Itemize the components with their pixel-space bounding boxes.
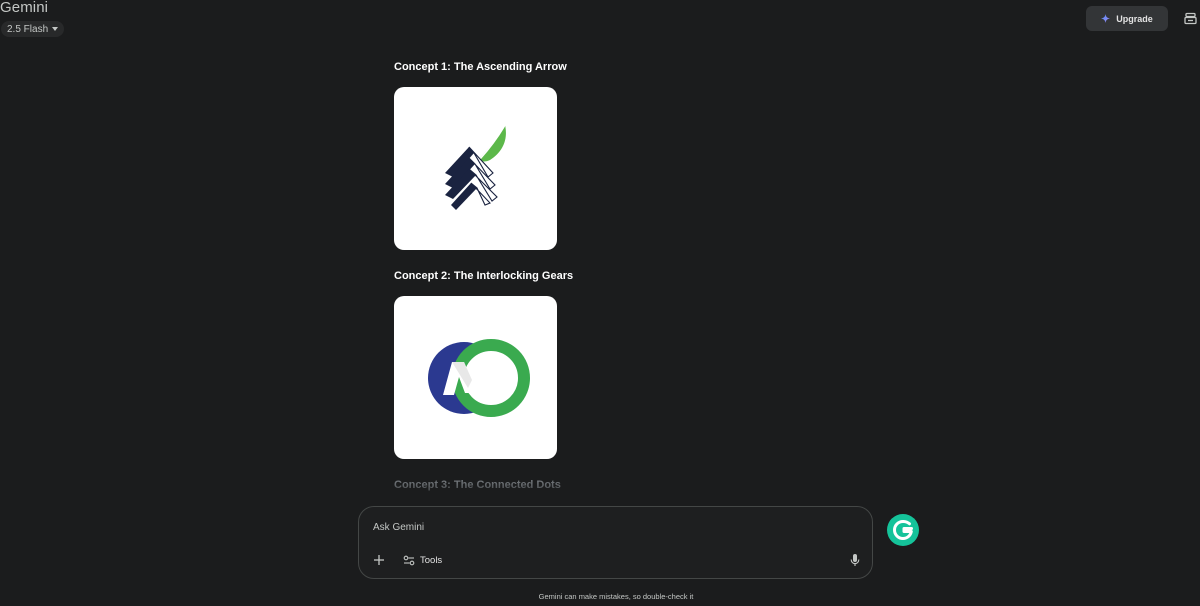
caret-down-icon: [52, 27, 59, 31]
app-title: Gemini: [0, 0, 49, 16]
concept-1-image[interactable]: [394, 87, 557, 250]
upgrade-button[interactable]: Upgrade: [1086, 6, 1168, 31]
concept-3-title: Concept 3: The Connected Dots: [394, 479, 561, 491]
tools-button[interactable]: Tools: [403, 553, 442, 567]
disclaimer-text: Gemini can make mistakes, so double-chec…: [538, 592, 694, 601]
ascending-arrow-leaf-logo: [445, 124, 506, 210]
concept-1-title: Concept 1: The Ascending Arrow: [394, 61, 567, 73]
interlocking-m-logo: [428, 339, 530, 417]
gemini-chat-page: Gemini 2.5 Flash Upgrade Concept 1: The …: [0, 0, 1200, 606]
sliders-icon: [403, 555, 415, 565]
tools-label: Tools: [420, 554, 443, 566]
model-selector[interactable]: 2.5 Flash: [1, 21, 65, 37]
plus-icon[interactable]: [371, 552, 387, 568]
concept-2-title: Concept 2: The Interlocking Gears: [394, 270, 574, 282]
model-selector-label: 2.5 Flash: [7, 23, 49, 35]
microphone-icon[interactable]: [849, 553, 861, 567]
sparkle-icon: [1101, 14, 1111, 23]
prompt-input[interactable]: [373, 518, 843, 536]
temporary-chat-icon[interactable]: [1184, 12, 1197, 25]
prompt-box: Tools: [358, 506, 873, 579]
scroll-fade: [0, 470, 1200, 510]
upgrade-label: Upgrade: [1116, 13, 1153, 24]
grammarly-icon[interactable]: [886, 513, 920, 547]
concept-2-image[interactable]: [394, 296, 557, 459]
